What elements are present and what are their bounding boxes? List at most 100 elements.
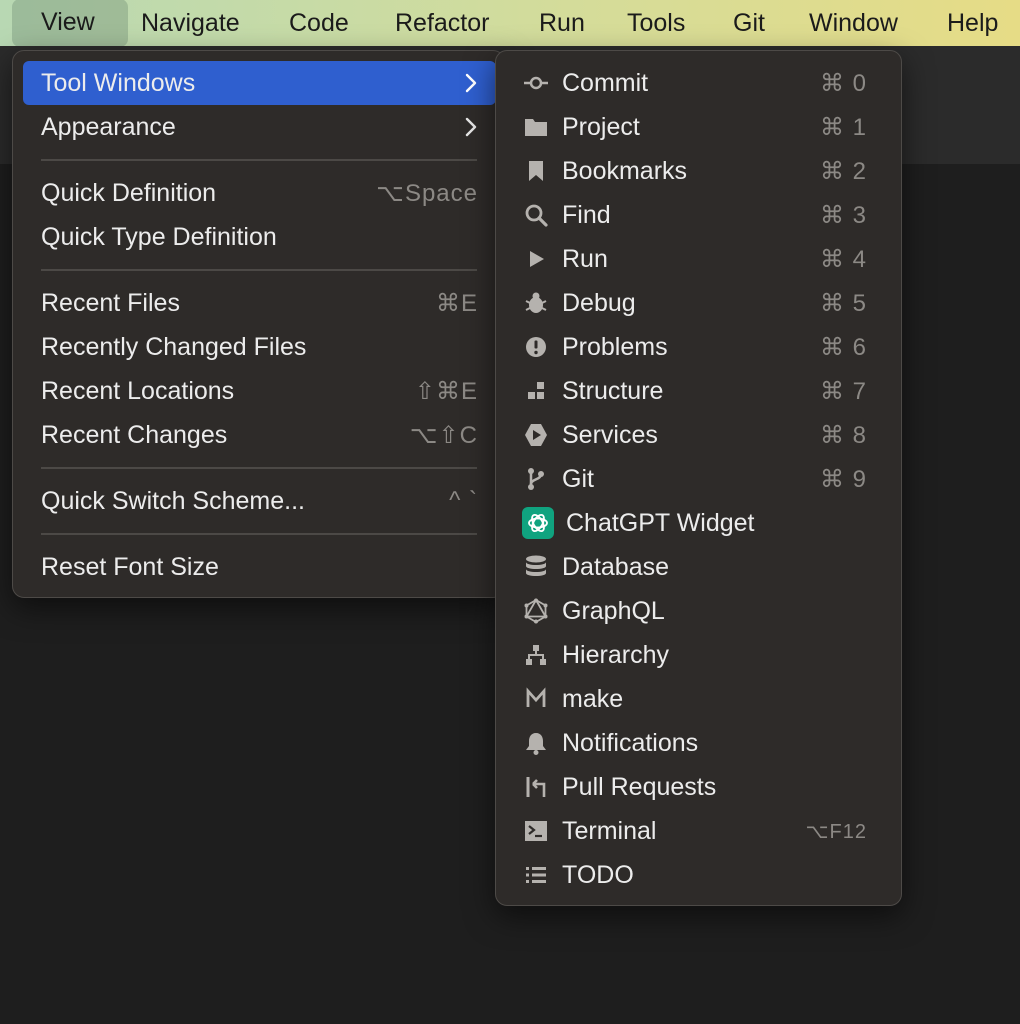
menu-separator [41, 159, 477, 161]
tool-window-label: Run [562, 244, 608, 273]
tool-window-label: Git [562, 464, 594, 493]
tool-window-notifications[interactable]: Notifications [506, 721, 893, 765]
git-branch-icon [522, 465, 550, 493]
structure-icon [522, 377, 550, 405]
tool-window-label: Notifications [562, 728, 699, 757]
todo-list-icon [522, 861, 550, 889]
menu-separator [41, 533, 477, 535]
tool-window-shortcut: ⌘ 1 [819, 113, 867, 141]
menubar-view[interactable]: View [12, 0, 128, 47]
tool-window-label: Problems [562, 332, 668, 361]
tool-window-structure[interactable]: Structure ⌘ 7 [506, 369, 893, 413]
menu-item-label: Reset Font Size [41, 552, 219, 581]
tool-window-label: Bookmarks [562, 156, 688, 185]
tool-window-label: Commit [562, 68, 649, 97]
chatgpt-icon [522, 507, 554, 539]
tool-window-label: GraphQL [562, 596, 665, 625]
menubar-help[interactable]: Help [947, 0, 998, 46]
tool-window-label: Hierarchy [562, 640, 669, 669]
tool-window-problems[interactable]: Problems ⌘ 6 [506, 325, 893, 369]
menu-item-quick-type-definition[interactable]: Quick Type Definition [23, 215, 496, 259]
tool-window-shortcut: ⌘ 7 [819, 377, 867, 405]
tool-window-services[interactable]: Services ⌘ 8 [506, 413, 893, 457]
tool-window-run[interactable]: Run ⌘ 4 [506, 237, 893, 281]
menubar-code[interactable]: Code [289, 0, 349, 46]
tool-windows-submenu: Commit ⌘ 0 Project ⌘ 1 Bookmarks ⌘ 2 Fin… [495, 50, 902, 906]
make-icon [522, 685, 550, 713]
menu-item-shortcut: ⌥Space [376, 179, 478, 207]
tool-window-shortcut: ⌘ 9 [819, 465, 867, 493]
menu-item-reset-font-size[interactable]: Reset Font Size [23, 545, 496, 589]
menu-item-recently-changed-files[interactable]: Recently Changed Files [23, 325, 496, 369]
menu-separator [41, 467, 477, 469]
hierarchy-icon [522, 641, 550, 669]
tool-window-label: make [562, 684, 624, 713]
tool-window-graphql[interactable]: GraphQL [506, 589, 893, 633]
tool-window-find[interactable]: Find ⌘ 3 [506, 193, 893, 237]
tool-window-shortcut: ⌘ 5 [819, 289, 867, 317]
menu-item-shortcut: ⌥⇧C [409, 421, 478, 449]
menubar-git[interactable]: Git [733, 0, 765, 46]
menu-item-tool-windows[interactable]: Tool Windows [23, 61, 496, 105]
tool-window-label: Database [562, 552, 670, 581]
menu-item-recent-changes[interactable]: Recent Changes ⌥⇧C [23, 413, 496, 457]
tool-window-shortcut: ⌘ 4 [819, 245, 867, 273]
tool-window-label: Terminal [562, 816, 657, 845]
tool-window-label: Pull Requests [562, 772, 717, 801]
tool-window-pull-requests[interactable]: Pull Requests [506, 765, 893, 809]
bell-icon [522, 729, 550, 757]
menubar-run[interactable]: Run [539, 0, 585, 46]
menu-item-label: Quick Type Definition [41, 222, 277, 251]
tool-window-commit[interactable]: Commit ⌘ 0 [506, 61, 893, 105]
tool-window-chatgpt-widget[interactable]: ChatGPT Widget [506, 501, 893, 545]
exclamation-icon [522, 333, 550, 361]
menu-item-label: Appearance [41, 112, 176, 141]
tool-window-shortcut: ⌘ 0 [819, 69, 867, 97]
menu-item-label: Recent Locations [41, 376, 235, 405]
tool-window-debug[interactable]: Debug ⌘ 5 [506, 281, 893, 325]
view-menu: Tool Windows Appearance Quick Definition… [12, 50, 505, 598]
tool-window-project[interactable]: Project ⌘ 1 [506, 105, 893, 149]
bug-icon [522, 289, 550, 317]
tool-window-todo[interactable]: TODO [506, 853, 893, 897]
tool-window-label: Debug [562, 288, 636, 317]
tool-window-terminal[interactable]: Terminal ⌥F12 [506, 809, 893, 853]
pull-request-icon [522, 773, 550, 801]
menu-item-label: Recently Changed Files [41, 332, 307, 361]
menu-item-recent-files[interactable]: Recent Files ⌘E [23, 281, 496, 325]
menu-item-appearance[interactable]: Appearance [23, 105, 496, 149]
menu-item-shortcut: ⌘E [435, 289, 478, 317]
tool-window-shortcut: ⌘ 3 [819, 201, 867, 229]
menu-item-shortcut: ⇧⌘E [414, 377, 478, 405]
tool-window-shortcut: ⌘ 6 [819, 333, 867, 361]
tool-window-hierarchy[interactable]: Hierarchy [506, 633, 893, 677]
menubar-refactor[interactable]: Refactor [395, 0, 489, 46]
play-icon [522, 245, 550, 273]
menu-item-label: Tool Windows [41, 68, 196, 97]
menu-item-quick-definition[interactable]: Quick Definition ⌥Space [23, 171, 496, 215]
bookmark-icon [522, 157, 550, 185]
menu-item-shortcut: ^ ` [449, 487, 478, 514]
folder-icon [522, 113, 550, 141]
menubar-window[interactable]: Window [809, 0, 898, 46]
menu-separator [41, 269, 477, 271]
tool-window-make[interactable]: make [506, 677, 893, 721]
tool-window-shortcut: ⌘ 2 [819, 157, 867, 185]
chevron-right-icon [465, 73, 477, 93]
search-icon [522, 201, 550, 229]
commit-icon [522, 69, 550, 97]
terminal-icon [522, 817, 550, 845]
tool-window-database[interactable]: Database [506, 545, 893, 589]
menubar-navigate[interactable]: Navigate [141, 0, 240, 46]
menubar-tools[interactable]: Tools [627, 0, 685, 46]
menu-item-recent-locations[interactable]: Recent Locations ⇧⌘E [23, 369, 496, 413]
tool-window-git[interactable]: Git ⌘ 9 [506, 457, 893, 501]
tool-window-bookmarks[interactable]: Bookmarks ⌘ 2 [506, 149, 893, 193]
menu-item-label: Quick Switch Scheme... [41, 486, 305, 515]
menu-item-quick-switch-scheme[interactable]: Quick Switch Scheme... ^ ` [23, 479, 496, 523]
menu-item-label: Recent Files [41, 288, 180, 317]
tool-window-label: Structure [562, 376, 664, 405]
tool-window-label: Find [562, 200, 611, 229]
tool-window-label: TODO [562, 860, 634, 889]
tool-window-shortcut: ⌘ 8 [819, 421, 867, 449]
